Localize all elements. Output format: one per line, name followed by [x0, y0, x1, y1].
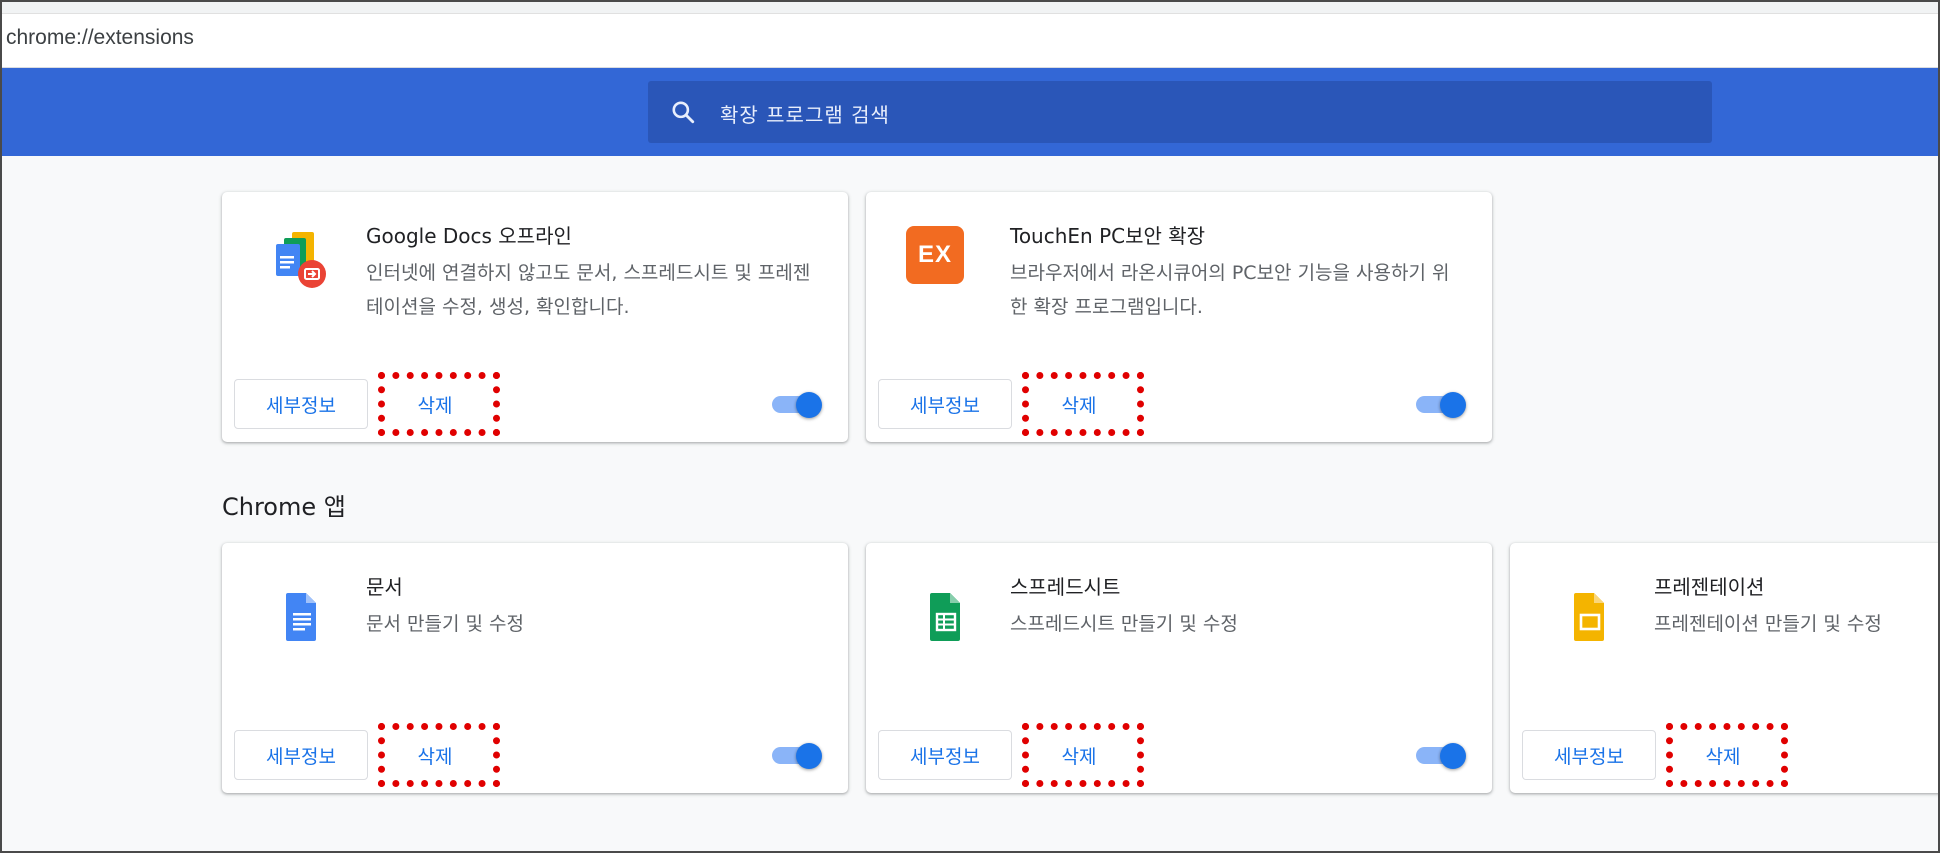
chrome-apps-section-title: Chrome 앱 [222, 493, 346, 521]
app-name: 프레젠테이션 [1654, 575, 1765, 599]
details-button[interactable]: 세부정보 [878, 730, 1012, 780]
extension-name: Google Docs 오프라인 [366, 224, 572, 248]
touchen-ex-icon: EX [906, 226, 964, 284]
app-description: 스프레드시트 만들기 및 수정 [1010, 613, 1238, 635]
toggle-knob [796, 392, 822, 418]
toggle-knob [1440, 743, 1466, 769]
enable-toggle[interactable] [770, 743, 822, 769]
address-url[interactable]: chrome://extensions [6, 26, 194, 50]
google-docs-icon [286, 593, 316, 641]
enable-toggle[interactable] [770, 392, 822, 418]
google-slides-icon [1574, 593, 1604, 641]
app-description: 문서 만들기 및 수정 [366, 613, 524, 635]
extension-description: 인터넷에 연결하지 않고도 문서, 스프레드시트 및 프레젠테이션을 수정, 생… [366, 262, 811, 318]
extension-name: TouchEn PC보안 확장 [1010, 224, 1206, 248]
details-button[interactable]: 세부정보 [878, 379, 1012, 429]
remove-highlight-box [1022, 723, 1144, 787]
app-description: 프레젠테이션 만들기 및 수정 [1654, 613, 1882, 635]
extension-description: 브라우저에서 라온시큐어의 PC보안 기능을 사용하기 위한 확장 프로그램입니… [1010, 262, 1450, 318]
search-box[interactable]: 확장 프로그램 검색 [648, 81, 1712, 143]
tab-strip [2, 2, 1938, 14]
remove-highlight-box [378, 372, 500, 436]
app-name: 스프레드시트 [1010, 575, 1121, 599]
app-card-docs: 문서 문서 만들기 및 수정 세부정보 삭제 [222, 543, 848, 793]
extensions-header: 확장 프로그램 검색 [2, 68, 1938, 156]
extension-card-google-docs-offline: Google Docs 오프라인 인터넷에 연결하지 않고도 문서, 스프레드시… [222, 192, 848, 442]
remove-highlight-box [378, 723, 500, 787]
app-card-slides: 프레젠테이션 프레젠테이션 만들기 및 수정 세부정보 삭제 [1510, 543, 1938, 793]
app-card-sheets: 스프레드시트 스프레드시트 만들기 및 수정 세부정보 삭제 [866, 543, 1492, 793]
details-button[interactable]: 세부정보 [234, 730, 368, 780]
browser-window: chrome://extensions 확장 프로그램 검색 Google Do… [0, 0, 1940, 853]
search-input[interactable]: 확장 프로그램 검색 [720, 99, 890, 128]
toggle-knob [1440, 392, 1466, 418]
details-button[interactable]: 세부정보 [1522, 730, 1656, 780]
toggle-knob [796, 743, 822, 769]
google-docs-offline-icon [276, 232, 326, 288]
search-icon [672, 101, 695, 124]
details-button[interactable]: 세부정보 [234, 379, 368, 429]
app-name: 문서 [366, 575, 403, 599]
address-bar[interactable]: chrome://extensions [2, 2, 1938, 68]
touchen-ex-icon-text: EX [917, 241, 952, 268]
enable-toggle[interactable] [1414, 743, 1466, 769]
google-sheets-icon [930, 593, 960, 641]
remove-highlight-box [1022, 372, 1144, 436]
extension-card-touchen: EX TouchEn PC보안 확장 브라우저에서 라온시큐어의 PC보안 기능… [866, 192, 1492, 442]
remove-highlight-box [1666, 723, 1788, 787]
enable-toggle[interactable] [1414, 392, 1466, 418]
